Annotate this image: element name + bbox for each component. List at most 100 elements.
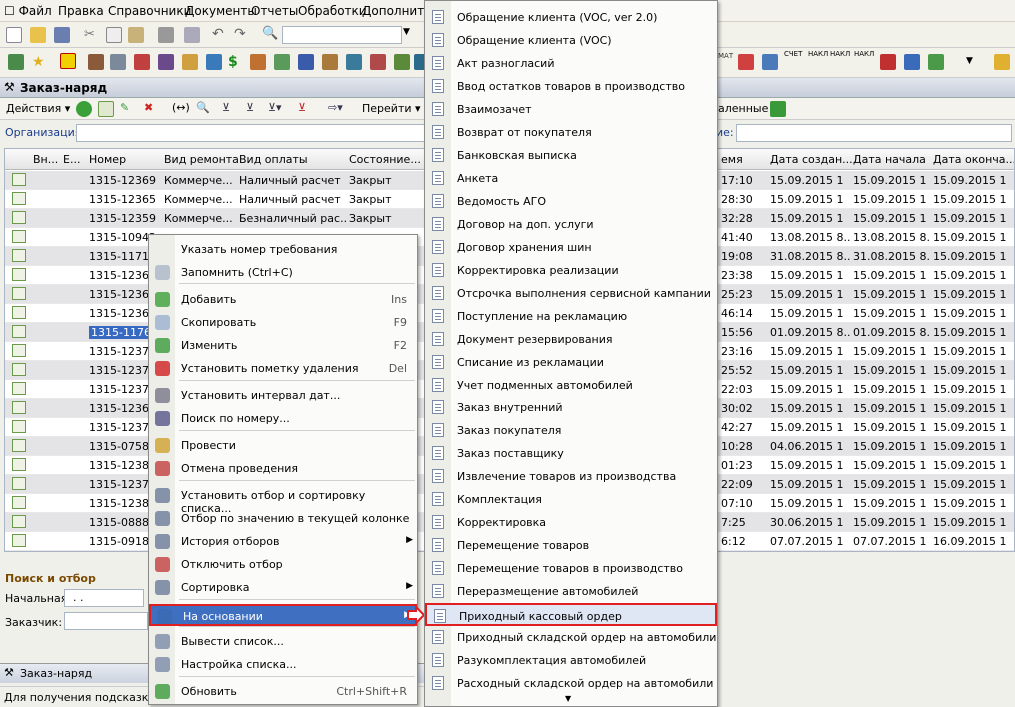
filter-off-icon[interactable]: ⊻ <box>298 101 314 117</box>
submenu-item[interactable]: Разукомплектация автомобилей <box>425 649 717 672</box>
menu-item-add[interactable]: Добавить Ins <box>149 289 417 311</box>
col-time[interactable]: емя <box>721 153 743 166</box>
people-icon[interactable] <box>298 54 314 70</box>
submenu-item[interactable]: Комплектация <box>425 488 717 511</box>
col-e[interactable]: Е... <box>63 153 80 166</box>
menu-reports[interactable]: Отчеты <box>251 4 298 18</box>
bars-icon[interactable] <box>928 54 944 70</box>
col-payment-type[interactable]: Вид оплаты <box>239 153 308 166</box>
submenu-item[interactable]: Банковская выписка <box>425 144 717 167</box>
dollar-icon[interactable]: $ <box>228 54 244 70</box>
scroll-down-icon[interactable]: ▼ <box>565 694 571 703</box>
start-date-input[interactable]: . . <box>64 589 144 607</box>
calculator-icon[interactable] <box>904 54 920 70</box>
submenu-item[interactable]: Отсрочка выполнения сервисной кампании <box>425 282 717 305</box>
col-repair-type[interactable]: Вид ремонта <box>164 153 239 166</box>
excel-icon[interactable] <box>770 101 786 117</box>
user-icon[interactable] <box>206 54 222 70</box>
redo-icon[interactable]: ↷ <box>234 26 250 42</box>
submenu-item[interactable]: Учет подменных автомобилей <box>425 374 717 397</box>
col-created[interactable]: Дата создан... <box>770 153 853 166</box>
menu-processing[interactable]: Обработки <box>298 4 367 18</box>
menu-item-post[interactable]: Провести <box>149 435 417 457</box>
chart-icon[interactable] <box>394 54 410 70</box>
search-icon[interactable]: 🔍 <box>262 26 278 42</box>
waybill-icon-3[interactable]: НАКЛ <box>854 50 874 58</box>
submenu-item[interactable]: Поступление на рекламацию <box>425 305 717 328</box>
house-icon[interactable] <box>110 54 126 70</box>
organization-input[interactable] <box>76 124 426 142</box>
open-folder-icon[interactable] <box>30 27 46 43</box>
stop-icon[interactable] <box>880 54 896 70</box>
col-start[interactable]: Дата начала <box>853 153 926 166</box>
menu-item-set-deletion-mark[interactable]: Установить пометку удаления Del <box>149 358 417 380</box>
group-icon[interactable] <box>322 54 338 70</box>
menu-item-sort[interactable]: Сортировка ▶ <box>149 577 417 599</box>
submenu-item[interactable]: Возврат от покупателя <box>425 121 717 144</box>
toolbar-dropdown-icon[interactable]: ▼ <box>966 56 982 72</box>
menu-item-list-settings[interactable]: Настройка списка... <box>149 654 417 676</box>
submenu-item[interactable]: Приходный складской ордер на автомобили <box>425 626 717 649</box>
star-icon[interactable]: ★ <box>32 54 48 70</box>
menu-item-search-by-number[interactable]: Поиск по номеру... <box>149 408 417 430</box>
menu-item-based-on[interactable]: На основании▶ <box>149 604 417 626</box>
submenu-item[interactable]: Корректировка реализации <box>425 259 717 282</box>
submenu-item[interactable]: Договор хранения шин <box>425 236 717 259</box>
menu-item-filter-by-value[interactable]: Отбор по значению в текущей колонке <box>149 508 417 530</box>
menu-item-output-list[interactable]: Вывести список... <box>149 631 417 653</box>
menu-item-remember[interactable]: Запомнить (Ctrl+C) <box>149 262 417 284</box>
cut-icon[interactable]: ✂ <box>84 27 100 43</box>
filter-history-icon[interactable]: ⊻▾ <box>268 101 284 117</box>
building-icon[interactable] <box>88 54 104 70</box>
undo-icon[interactable]: ↶ <box>212 26 228 42</box>
new-document-icon[interactable] <box>6 27 22 43</box>
menu-item-copy[interactable]: Скопировать F9 <box>149 312 417 334</box>
menu-item-specify-requirement-number[interactable]: Указать номер требования <box>149 239 417 261</box>
deleted-toggle[interactable]: аленные <box>718 102 768 115</box>
rn-icon[interactable] <box>60 53 76 69</box>
filter-sort-icon[interactable]: ⊻ <box>222 101 238 117</box>
submenu-item[interactable]: Списание из рекламации <box>425 351 717 374</box>
menu-item-cancel-posting[interactable]: Отмена проведения <box>149 458 417 480</box>
submenu-item[interactable]: Взаимозачет <box>425 98 717 121</box>
edit-icon[interactable]: ✎ <box>120 101 136 117</box>
col-state[interactable]: Состояние... <box>349 153 421 166</box>
structure-icon[interactable] <box>370 54 386 70</box>
submenu-item[interactable]: Перемещение товаров в производство <box>425 557 717 580</box>
waybill-icon-2[interactable]: НАКЛ <box>830 50 850 58</box>
book-icon[interactable] <box>158 54 174 70</box>
find-icon[interactable]: 🔍 <box>196 101 212 117</box>
actions-menu[interactable]: Действия ▾ <box>6 102 70 115</box>
interval-icon[interactable]: (↔) <box>172 101 190 117</box>
preview-icon[interactable] <box>184 27 200 43</box>
menu-item-set-date-interval[interactable]: Установить интервал дат... <box>149 385 417 407</box>
col-internal[interactable]: Вн... <box>33 153 58 166</box>
menu-item-filter-history[interactable]: История отборов ▶ <box>149 531 417 553</box>
car-icon[interactable] <box>134 54 150 70</box>
add-icon[interactable] <box>76 101 92 117</box>
invoice-icon[interactable]: СЧЕТ <box>784 50 802 58</box>
submenu-item[interactable]: Переразмещение автомобилей <box>425 580 717 603</box>
submenu-item[interactable]: Корректировка <box>425 511 717 534</box>
filter-value-icon[interactable]: ⊻ <box>246 101 262 117</box>
submenu-item[interactable]: Документ резервирования <box>425 328 717 351</box>
save-icon[interactable] <box>54 27 70 43</box>
delete-icon[interactable]: ✖ <box>144 101 160 117</box>
quick-search-input[interactable] <box>282 26 402 44</box>
submenu-item[interactable]: Извлечение товаров из производства <box>425 465 717 488</box>
copy-icon[interactable] <box>106 27 122 43</box>
goto-menu[interactable]: Перейти ▾ <box>362 102 421 115</box>
submenu-item[interactable]: Расходный складской ордер на автомобили <box>425 672 717 695</box>
arrows-icon[interactable] <box>738 54 754 70</box>
menu-catalogs[interactable]: Справочники <box>108 4 191 18</box>
books-icon[interactable] <box>274 54 290 70</box>
copy-doc-icon[interactable] <box>98 101 114 117</box>
col-number[interactable]: Номер <box>89 153 126 166</box>
menu-item-set-filter-sort[interactable]: Установить отбор и сортировку списка... <box>149 485 417 515</box>
based-on-icon[interactable]: ⇨▾ <box>328 101 344 117</box>
submenu-item[interactable]: Обращение клиента (VOC, ver 2.0) <box>425 6 717 29</box>
menu-documents[interactable]: Документы <box>185 4 257 18</box>
submenu-item[interactable]: Ведомость АГО <box>425 190 717 213</box>
dropdown-arrow-icon[interactable]: ▼ <box>403 27 419 43</box>
submenu-item[interactable]: Заказ внутренний <box>425 396 717 419</box>
